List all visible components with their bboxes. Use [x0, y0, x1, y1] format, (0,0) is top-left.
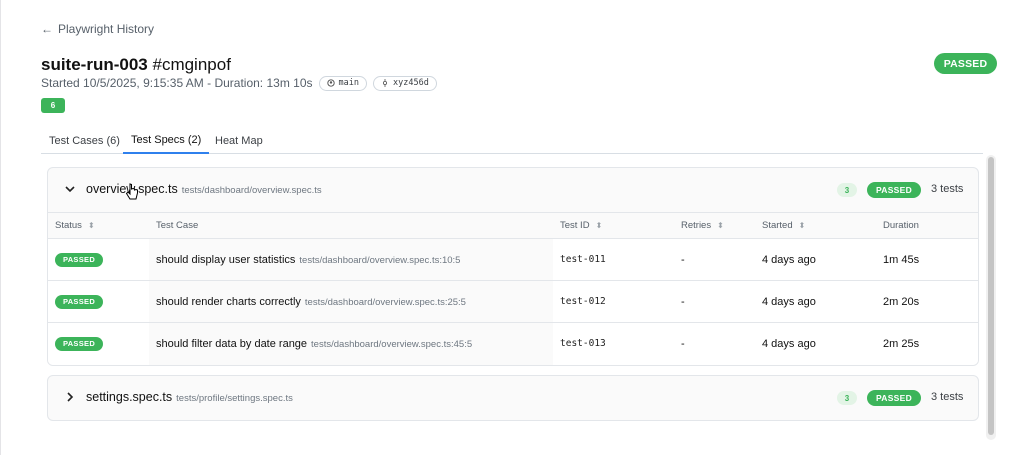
- row-test-id: test-011: [553, 238, 674, 281]
- table-row[interactable]: PASSED should render charts correctly tes…: [48, 280, 978, 323]
- test-case-path: tests/dashboard/overview.spec.ts:25:5: [304, 296, 466, 308]
- row-test-case[interactable]: should display user statistics tests/dash…: [149, 238, 553, 281]
- spec-header[interactable]: settings.spec.ts tests/profile/settings.s…: [48, 376, 978, 420]
- branch-label: main: [338, 78, 359, 88]
- status-badge: PASSED: [55, 252, 103, 267]
- test-case-path: tests/dashboard/overview.spec.ts:10:5: [299, 254, 461, 266]
- spec-panel-settings: settings.spec.ts tests/profile/settings.s…: [47, 375, 979, 421]
- spec-status-badge: PASSED: [867, 390, 921, 406]
- row-status: PASSED: [48, 238, 149, 281]
- sort-icon: ⬍: [87, 221, 95, 230]
- page-title: suite-run-003 #cmginpof: [41, 55, 231, 75]
- commit-chip[interactable]: xyz456d: [372, 75, 437, 91]
- back-link-label: Playwright History: [58, 22, 155, 36]
- scrollbar-thumb[interactable]: [988, 157, 994, 435]
- tab-bar: Test Cases (6) Test Specs (2) Heat Map: [41, 128, 983, 154]
- column-label: Test Case: [156, 220, 199, 231]
- column-label: Started: [762, 220, 793, 231]
- spec-name-label: settings.spec.ts: [86, 390, 173, 404]
- column-label: Status: [55, 220, 82, 231]
- test-count-badge: 6: [41, 98, 65, 113]
- spec-count-badge: 3: [837, 391, 857, 405]
- back-link[interactable]: ← Playwright History: [41, 22, 154, 36]
- spec-status-badge: PASSED: [867, 182, 921, 198]
- row-test-case[interactable]: should filter data by date range tests/da…: [149, 322, 553, 365]
- row-started: 4 days ago: [755, 238, 876, 281]
- tab-heat-map[interactable]: Heat Map: [207, 128, 271, 154]
- sort-icon: ⬍: [595, 221, 603, 230]
- arrow-left-icon: ←: [41, 22, 53, 36]
- run-status-badge: PASSED: [934, 53, 997, 74]
- row-test-case[interactable]: should render charts correctly tests/dash…: [149, 280, 553, 323]
- test-case-name: should filter data by date range: [156, 337, 308, 350]
- sort-icon: ⬍: [717, 221, 724, 230]
- spec-path: tests/profile/settings.spec.ts: [176, 393, 293, 404]
- column-header-test-id[interactable]: Test ID ⬍: [553, 212, 674, 239]
- spec-panel-overview: overview.spec.tstests/dashboard/overview…: [47, 167, 979, 366]
- sort-icon: ⬍: [798, 221, 806, 230]
- chevron-down-icon[interactable]: [64, 183, 76, 195]
- column-header-retries[interactable]: Retries ⬍: [674, 212, 755, 239]
- column-header-duration: Duration: [876, 212, 978, 239]
- row-started: 4 days ago: [762, 337, 816, 350]
- row-test-id: test-013: [560, 338, 606, 350]
- tab-test-cases[interactable]: Test Cases (6): [41, 128, 128, 154]
- branch-chip[interactable]: main: [318, 75, 367, 91]
- row-duration: 2m 25s: [883, 337, 920, 350]
- tab-test-specs[interactable]: Test Specs (2): [123, 128, 210, 154]
- spec-path: tests/dashboard/overview.spec.ts: [181, 185, 322, 196]
- spec-test-count: 3 tests: [931, 183, 964, 195]
- row-status: PASSED: [48, 280, 149, 323]
- test-case-path: tests/dashboard/overview.spec.ts:45:5: [311, 338, 473, 350]
- run-name: suite-run-003: [41, 55, 148, 74]
- run-started: Started 10/5/2025, 9:15:35 AM - Duration…: [41, 76, 313, 90]
- status-badge: PASSED: [55, 336, 103, 351]
- column-header-test-case: Test Case: [149, 212, 553, 239]
- row-test-id: test-012: [553, 280, 674, 323]
- row-status: PASSED: [48, 323, 149, 365]
- commit-icon: [382, 79, 387, 87]
- column-label: Test ID: [560, 220, 590, 231]
- test-table: Status ⬍ Test Case Test ID ⬍ Retries ⬍ Star…: [48, 212, 978, 365]
- run-meta: Started 10/5/2025, 9:15:35 AM - Duration…: [41, 75, 437, 91]
- table-row[interactable]: PASSED should filter data by date range t…: [48, 322, 978, 365]
- chevron-right-icon[interactable]: [64, 391, 76, 403]
- status-badge: PASSED: [55, 294, 103, 309]
- row-duration: 1m 45s: [876, 238, 978, 281]
- table-header-row: Status ⬍ Test Case Test ID ⬍ Retries ⬍ Star…: [48, 212, 978, 239]
- spec-header[interactable]: overview.spec.tstests/dashboard/overview…: [48, 168, 978, 212]
- row-retries: -: [674, 280, 755, 323]
- github-icon: [326, 79, 335, 87]
- test-case-name: should render charts correctly: [156, 295, 301, 308]
- page: ← Playwright History suite-run-003 #cmgi…: [0, 0, 1028, 455]
- run-hash: #cmginpof: [152, 55, 231, 74]
- column-label: Duration: [883, 220, 919, 231]
- test-case-name: should display user statistics: [156, 253, 296, 266]
- pointer-cursor-icon: [125, 183, 138, 200]
- spec-test-count: 3 tests: [931, 391, 964, 403]
- vertical-scrollbar[interactable]: [986, 155, 996, 440]
- spec-count-badge: 3: [837, 183, 857, 197]
- column-header-started[interactable]: Started ⬍: [755, 212, 876, 239]
- commit-label: xyz456d: [392, 78, 429, 88]
- table-row[interactable]: PASSED should display user statistics tes…: [48, 238, 978, 281]
- spec-name[interactable]: overview.spec.tstests/dashboard/overview…: [86, 182, 322, 196]
- row-duration: 2m 20s: [876, 280, 978, 323]
- row-retries: -: [674, 238, 755, 281]
- spec-name[interactable]: settings.spec.ts tests/profile/settings.s…: [86, 390, 293, 404]
- column-label: Retries: [681, 220, 712, 231]
- column-header-status[interactable]: Status ⬍: [48, 212, 149, 239]
- row-retries: -: [681, 337, 685, 350]
- row-started: 4 days ago: [755, 280, 876, 323]
- spec-list: overview.spec.tstests/dashboard/overview…: [41, 155, 999, 455]
